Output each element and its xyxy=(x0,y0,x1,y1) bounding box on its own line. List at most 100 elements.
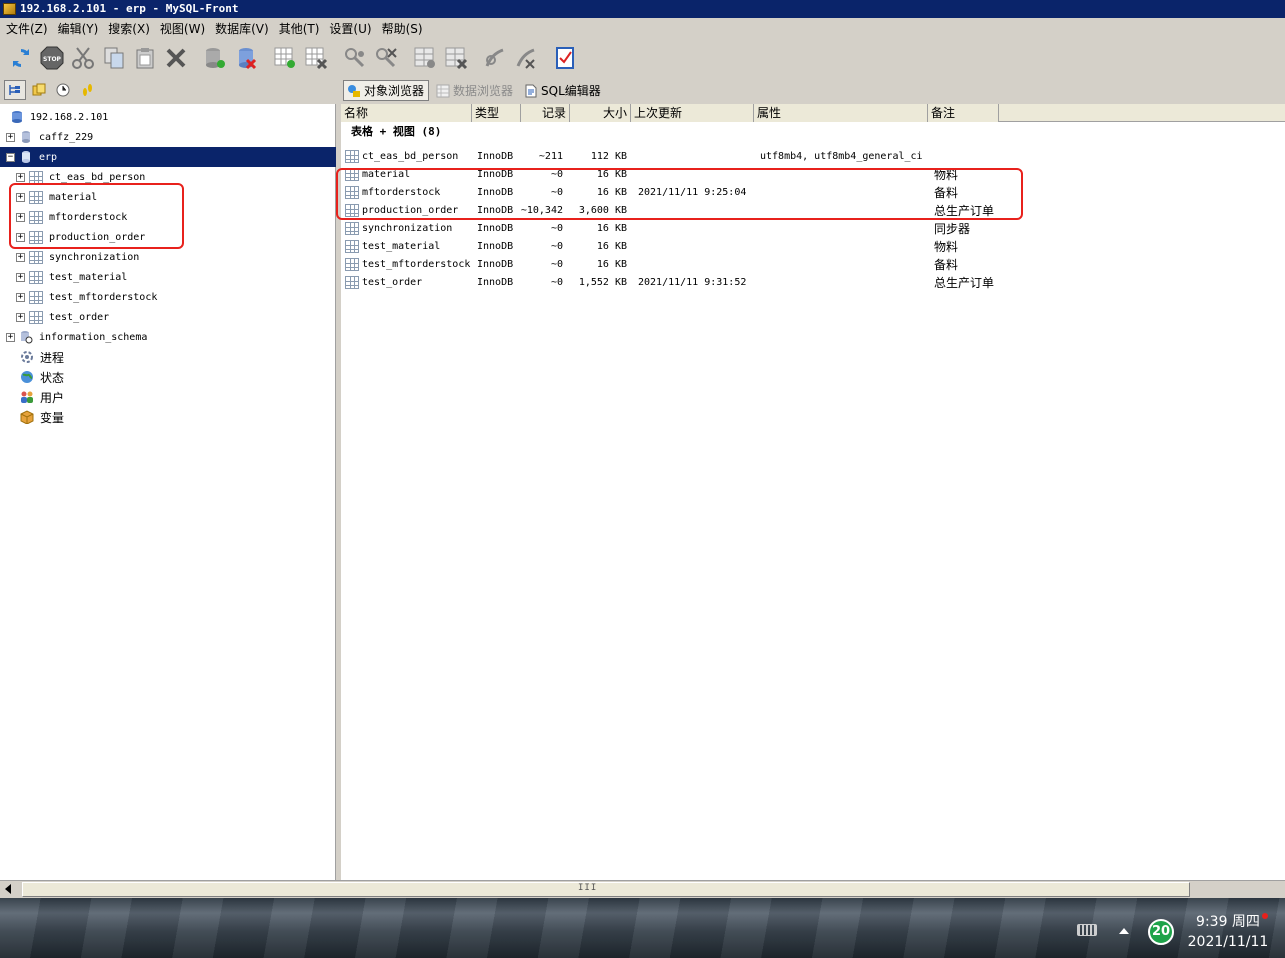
server-icon xyxy=(10,110,24,124)
cell-comment: 物料 xyxy=(934,240,959,254)
horizontal-scrollbar[interactable]: III xyxy=(0,880,1285,898)
tree-db-label: information_schema xyxy=(39,331,148,343)
table-row[interactable]: ct_eas_bd_person InnoDB ~211 112 KB utf8mb4,… xyxy=(341,148,1285,166)
history-toggle[interactable] xyxy=(52,80,74,100)
menu-database[interactable]: 数据库(V) xyxy=(213,20,277,37)
new-database-button[interactable] xyxy=(200,43,230,73)
column-header-name[interactable]: 名称 xyxy=(341,104,472,122)
new-table-button[interactable] xyxy=(270,43,300,73)
cell-records: ~0 xyxy=(550,259,563,270)
tree-table[interactable]: + test_order xyxy=(16,307,109,327)
column-header-attributes[interactable]: 属性 xyxy=(754,104,928,122)
tab-sql-editor-label: SQL编辑器 xyxy=(541,84,601,98)
cell-type: InnoDB xyxy=(477,241,514,252)
tree-db-information-schema[interactable]: + information_schema xyxy=(6,327,147,347)
system-database-icon xyxy=(19,330,33,344)
highlight-box xyxy=(9,183,184,249)
table-icon xyxy=(29,250,43,264)
column-header-updated[interactable]: 上次更新 xyxy=(631,104,754,122)
table-icon xyxy=(29,270,43,284)
cell-size: 112 KB xyxy=(590,151,627,162)
tab-object-browser[interactable]: 对象浏览器 xyxy=(343,80,430,101)
tab-data-browser[interactable]: 数据浏览器 xyxy=(433,80,517,101)
menu-search[interactable]: 搜索(X) xyxy=(106,20,158,37)
keyboard-icon[interactable] xyxy=(1077,924,1097,936)
tray-badge[interactable]: 20 xyxy=(1148,919,1174,945)
expand-icon[interactable]: + xyxy=(6,332,15,342)
tree-view-toggle[interactable] xyxy=(4,80,26,100)
tree-table-label: test_material xyxy=(49,271,128,283)
cut-button[interactable] xyxy=(68,43,98,73)
drop-table-button[interactable] xyxy=(301,43,331,73)
collapse-icon[interactable]: − xyxy=(6,152,15,162)
refresh-button[interactable] xyxy=(6,43,36,73)
column-header-type[interactable]: 类型 xyxy=(472,104,521,122)
tree-status[interactable]: 状态 xyxy=(20,367,64,387)
column-header-comment[interactable]: 备注 xyxy=(928,104,999,122)
table-row[interactable]: test_material InnoDB ~0 16 KB 物料 xyxy=(341,238,1285,256)
svg-text:STOP: STOP xyxy=(43,56,62,63)
table-row[interactable]: test_mftorderstock InnoDB ~0 16 KB 备料 xyxy=(341,256,1285,274)
navigator-tree[interactable]: 192.168.2.101 + caffz_229 − erp + ct_eas… xyxy=(0,104,336,880)
tab-sql-editor[interactable]: SQL编辑器 xyxy=(521,80,605,101)
tree-db-erp[interactable]: − erp xyxy=(0,147,336,167)
drop-field-button[interactable] xyxy=(371,43,401,73)
tree-table[interactable]: + test_material xyxy=(16,267,127,287)
expand-icon[interactable]: + xyxy=(16,292,25,302)
object-list[interactable]: 名称 类型 记录 大小 上次更新 属性 备注 表格 + 视图 (8) ct_ea… xyxy=(336,104,1285,880)
show-hidden-icons-icon[interactable] xyxy=(1119,928,1129,934)
menu-view[interactable]: 视图(W) xyxy=(158,20,213,37)
menu-edit[interactable]: 编辑(Y) xyxy=(56,20,107,37)
drop-field-icon xyxy=(376,48,397,68)
expand-icon[interactable]: + xyxy=(16,272,25,282)
tree-table[interactable]: + synchronization xyxy=(16,247,139,267)
tree-status-label: 状态 xyxy=(40,370,65,385)
drop-database-button[interactable] xyxy=(231,43,261,73)
bookmarks-toggle[interactable] xyxy=(28,80,50,100)
tree-variables[interactable]: 变量 xyxy=(20,407,64,427)
scroll-left-arrow-icon[interactable] xyxy=(5,884,11,894)
stop-button[interactable]: STOP xyxy=(37,43,67,73)
tree-processes[interactable]: 进程 xyxy=(20,347,64,367)
delete-button[interactable] xyxy=(161,43,191,73)
new-index-button[interactable] xyxy=(410,43,440,73)
expand-icon[interactable]: + xyxy=(16,172,25,182)
table-icon xyxy=(29,170,43,184)
tree-server[interactable]: 192.168.2.101 xyxy=(10,107,108,127)
copy-icon xyxy=(104,47,124,69)
tab-object-browser-label: 对象浏览器 xyxy=(364,84,425,98)
expand-icon[interactable]: + xyxy=(16,252,25,262)
window-title: 192.168.2.101 - erp - MySQL-Front xyxy=(20,2,239,15)
scrollbar-thumb[interactable] xyxy=(22,882,1190,897)
expand-icon[interactable]: + xyxy=(6,132,15,142)
menu-settings[interactable]: 设置(U) xyxy=(327,20,379,37)
stop-icon: STOP xyxy=(40,46,64,70)
menu-file[interactable]: 文件(Z) xyxy=(4,20,56,37)
table-row[interactable]: synchronization InnoDB ~0 16 KB 同步器 xyxy=(341,220,1285,238)
menu-help[interactable]: 帮助(S) xyxy=(380,20,431,37)
cell-attributes: utf8mb4, utf8mb4_general_ci xyxy=(760,151,923,162)
copy-button[interactable] xyxy=(99,43,129,73)
menu-other[interactable]: 其他(T) xyxy=(277,20,328,37)
drop-index-icon xyxy=(445,47,468,70)
drop-database-icon xyxy=(239,48,257,70)
drop-foreign-key-button[interactable] xyxy=(511,43,541,73)
cell-size: 16 KB xyxy=(596,223,627,234)
column-header-records[interactable]: 记录 xyxy=(521,104,570,122)
window-title-bar[interactable]: 192.168.2.101 - erp - MySQL-Front xyxy=(0,0,1285,18)
new-foreign-key-button[interactable] xyxy=(480,43,510,73)
notification-dot xyxy=(1262,913,1268,919)
tree-users[interactable]: 用户 xyxy=(20,387,64,407)
system-clock[interactable]: 9:39 周四 2021/11/11 xyxy=(1180,912,1276,952)
search-results-toggle[interactable] xyxy=(76,80,98,100)
paste-button[interactable] xyxy=(130,43,160,73)
tree-table[interactable]: + test_mftorderstock xyxy=(16,287,157,307)
properties-button[interactable] xyxy=(550,43,580,73)
expand-icon[interactable]: + xyxy=(16,312,25,322)
table-row[interactable]: test_order InnoDB ~0 1,552 KB 2021/11/11 9:3… xyxy=(341,274,1285,292)
tree-db-caffz[interactable]: + caffz_229 xyxy=(6,127,93,147)
table-icon xyxy=(29,310,43,324)
new-field-button[interactable] xyxy=(340,43,370,73)
column-header-size[interactable]: 大小 xyxy=(570,104,631,122)
drop-index-button[interactable] xyxy=(441,43,471,73)
